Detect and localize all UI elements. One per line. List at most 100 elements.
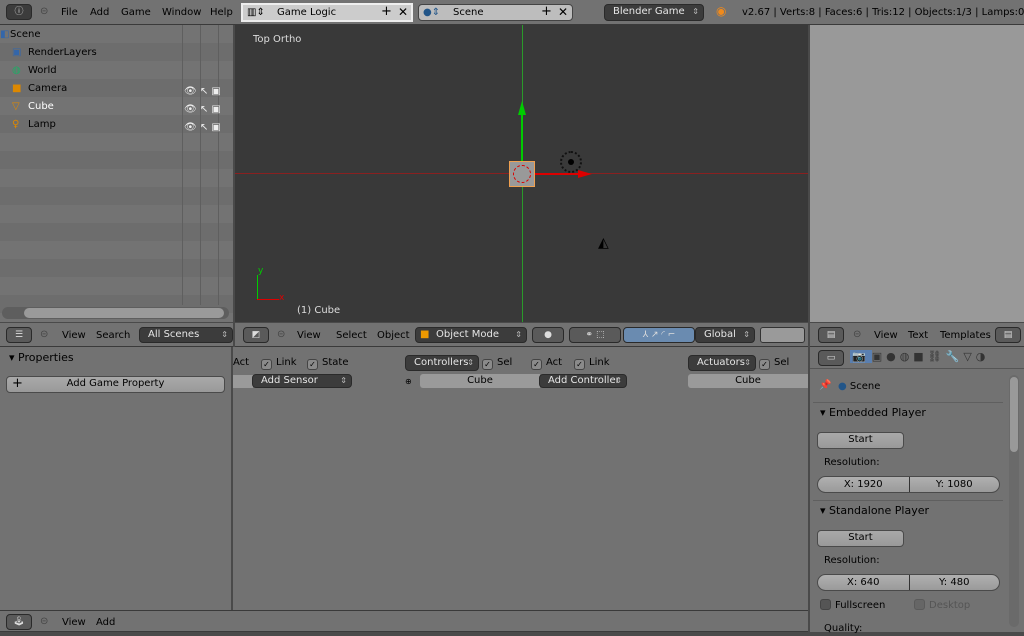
layers-grid[interactable] — [760, 327, 805, 343]
menu-view[interactable]: View — [62, 616, 86, 630]
transform-orientation-select[interactable]: Global — [695, 327, 755, 343]
mode-select[interactable]: ■ Object Mode — [415, 327, 527, 343]
fullscreen-checkbox[interactable]: Fullscreen — [820, 599, 885, 613]
right-empty-area — [810, 25, 1024, 322]
menu-file[interactable]: File — [61, 6, 78, 20]
standalone-start-button[interactable]: Start — [817, 530, 904, 547]
outliner-item-world[interactable]: ◍ World — [0, 62, 233, 80]
actuators-select[interactable]: Actuators — [688, 355, 756, 371]
active-object-label: (1) Cube — [297, 305, 341, 316]
menu-game[interactable]: Game — [121, 6, 151, 20]
actuators-sel-checkbox[interactable]: ✓ Sel — [759, 356, 789, 370]
3d-viewport[interactable]: Top Ortho ◭ y x (1) Cube — [235, 25, 808, 322]
outliner-item-scene[interactable]: ◧ Scene — [0, 26, 233, 44]
pin-icon[interactable]: 📌 — [819, 379, 831, 393]
res-x: X: 1920 — [843, 479, 883, 490]
editor-type-info-button[interactable]: ⓘ — [6, 4, 32, 20]
menu-view[interactable]: View — [874, 329, 898, 343]
desktop-checkbox[interactable]: Desktop — [914, 599, 970, 613]
menu-add[interactable]: Add — [90, 6, 109, 20]
controllers-sel-checkbox[interactable]: ✓ Sel — [482, 356, 512, 370]
lamp-object[interactable] — [560, 151, 582, 173]
scene-icon: ●⇕ — [423, 7, 441, 18]
screen-layout-name[interactable]: Game Logic — [277, 6, 336, 20]
outliner-label: World — [28, 65, 57, 76]
delete-scene-icon[interactable]: ✕ — [558, 5, 568, 19]
editor-type-properties-button[interactable]: ▭ — [818, 350, 844, 366]
context-tabs[interactable]: 📷 ▣●◍■⛓🔧▽◑ — [850, 350, 989, 364]
add-game-property-button[interactable]: + Add Game Property — [6, 376, 225, 393]
camera-icon: ■ — [12, 83, 22, 94]
editor-type-outliner-button[interactable]: ☰ — [6, 327, 32, 343]
controller-object-field[interactable]: Cube — [420, 374, 540, 388]
manipulator-toggle[interactable]: ⅄ ↗ ◜ ⌐ — [623, 327, 695, 343]
viewport-shading-button[interactable]: ● — [532, 327, 564, 343]
top-header: ⓘ ⊝ File Add Game Window Help ▥⇕ Game Lo… — [0, 0, 1024, 25]
blender-logo-icon: ◉ — [716, 4, 727, 18]
menu-view[interactable]: View — [62, 329, 86, 343]
screen-layout-selector[interactable]: ▥⇕ Game Logic + ✕ — [241, 3, 413, 22]
menu-window[interactable]: Window — [162, 6, 201, 20]
text-editor-header: ▤ ⊝ View Text Templates ▤ — [810, 323, 1024, 347]
editor-type-3dview-button[interactable]: ◩ — [243, 327, 269, 343]
display-filter-select[interactable]: All Scenes — [139, 327, 233, 343]
outliner-item-renderlayers[interactable]: ▣ RenderLayers — [0, 44, 233, 62]
add-screen-icon[interactable]: + — [381, 5, 392, 19]
collapse-icon[interactable]: ⊝ — [40, 615, 48, 629]
add-sensor-select[interactable]: Add Sensor — [252, 374, 352, 388]
standalone-resolution-field[interactable]: X: 640 Y: 480 — [817, 574, 1000, 591]
sensors-link-checkbox[interactable]: ✓ Link — [261, 356, 296, 370]
add-scene-icon[interactable]: + — [541, 5, 552, 19]
restrict-icons[interactable]: 👁 ↖ ▣ 👁 ↖ ▣ 👁 ↖ ▣ — [184, 83, 221, 137]
properties-scrollbar[interactable] — [1009, 375, 1019, 627]
scene-icon: ◧ — [0, 29, 10, 40]
expand-icon[interactable]: ⊕ — [405, 375, 412, 389]
scene-selector[interactable]: ●⇕ Scene + ✕ — [418, 4, 573, 21]
menu-templates[interactable]: Templates — [940, 329, 991, 343]
menu-text[interactable]: Text — [908, 329, 928, 343]
editor-type-logic-button[interactable]: 🕹 — [6, 614, 32, 630]
cube-object[interactable] — [509, 161, 535, 187]
collapse-icon[interactable]: ⊝ — [40, 328, 48, 342]
add-controller-select[interactable]: Add Controller — [539, 374, 627, 388]
menu-object[interactable]: Object — [377, 329, 410, 343]
x-arrow[interactable] — [578, 170, 592, 178]
scene-context: ● Scene — [838, 381, 881, 392]
screen-layout-icon: ▥⇕ — [247, 7, 265, 18]
embedded-player-panel-title[interactable]: ▾ Embedded Player — [820, 406, 926, 420]
text-datablock-button[interactable]: ▤ — [995, 327, 1021, 343]
mode-label: Object Mode — [436, 329, 499, 340]
controllers-act-checkbox[interactable]: ✓ Act — [531, 356, 562, 370]
controllers-link-checkbox[interactable]: ✓ Link — [574, 356, 609, 370]
editor-type-text-button[interactable]: ▤ — [818, 327, 844, 343]
logic-editor-header: 🕹 ⊝ View Add — [0, 610, 808, 632]
collapse-icon[interactable]: ⊝ — [853, 328, 861, 342]
collapse-icon[interactable]: ⊝ — [277, 328, 285, 342]
properties-panel-title[interactable]: ▾ Properties — [9, 351, 74, 365]
menu-search[interactable]: Search — [96, 329, 130, 343]
properties-tabs: ▭ 📷 ▣●◍■⛓🔧▽◑ — [810, 347, 1024, 369]
sensors-state-checkbox[interactable]: ✓ State — [307, 356, 348, 370]
controllers-select[interactable]: Controllers — [405, 355, 479, 371]
logic-properties-region: ▾ Properties + Add Game Property — [0, 347, 231, 610]
scene-name[interactable]: Scene — [453, 6, 484, 20]
outliner-scrollbar[interactable] — [2, 307, 229, 319]
menu-view[interactable]: View — [297, 329, 321, 343]
viewport-header: ◩ ⊝ View Select Object ■ Object Mode ● ⚭ … — [235, 323, 808, 347]
outliner-label: Cube — [28, 101, 54, 112]
standalone-player-panel-title[interactable]: ▾ Standalone Player — [820, 504, 929, 518]
resolution-label: Resolution: — [824, 457, 880, 468]
render-engine-select[interactable]: Blender Game — [604, 4, 704, 21]
world-icon: ◍ — [12, 65, 21, 76]
menu-add[interactable]: Add — [96, 616, 115, 630]
pivot-point-button[interactable]: ⚭ ⬚ — [569, 327, 621, 343]
camera-object[interactable]: ◭ — [598, 236, 609, 250]
menu-help[interactable]: Help — [210, 6, 233, 20]
actuator-object-field[interactable]: Cube — [688, 374, 808, 388]
collapse-menu-icon[interactable]: ⊝ — [40, 5, 48, 19]
delete-screen-icon[interactable]: ✕ — [398, 5, 408, 19]
menu-select[interactable]: Select — [336, 329, 367, 343]
embedded-resolution-field[interactable]: X: 1920 Y: 1080 — [817, 476, 1000, 493]
sensors-act-checkbox[interactable]: Act — [233, 356, 249, 370]
embedded-start-button[interactable]: Start — [817, 432, 904, 449]
